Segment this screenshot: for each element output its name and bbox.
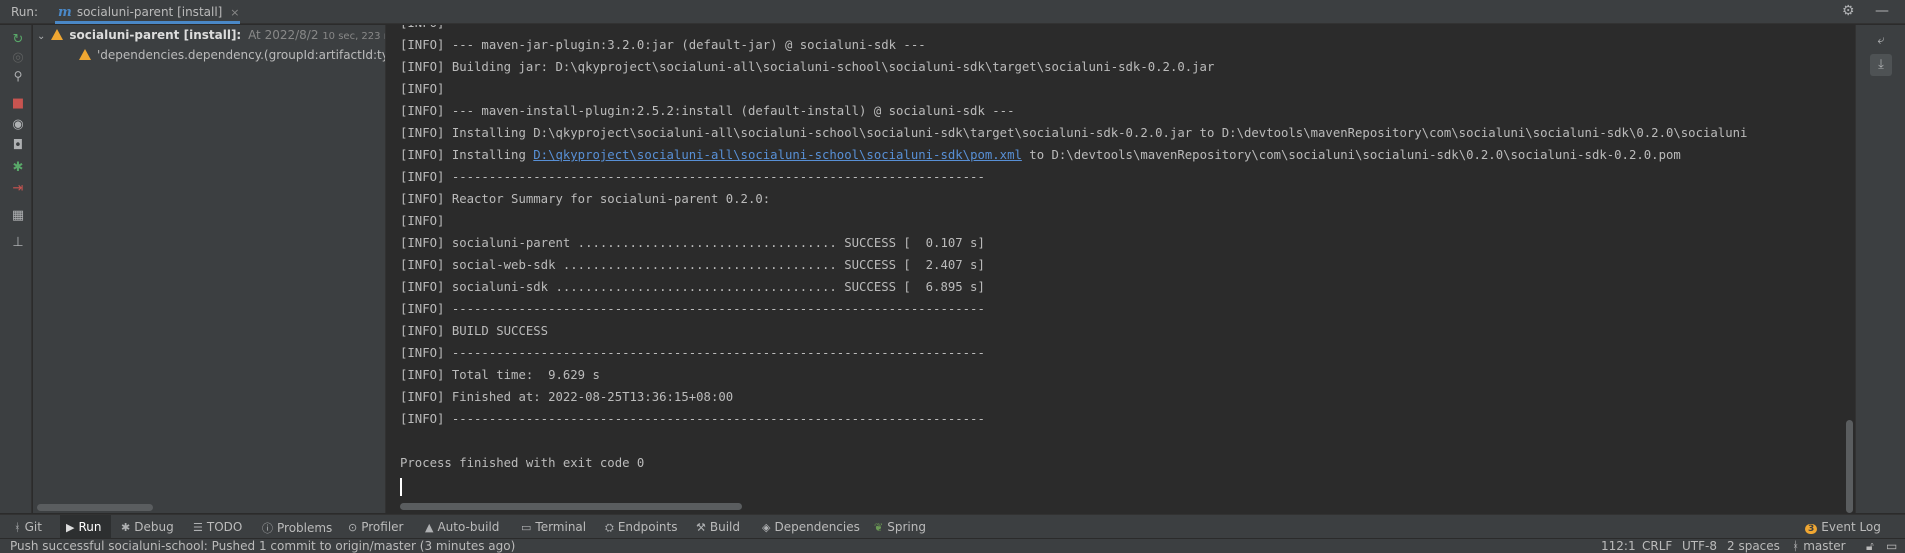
tab-git[interactable]: ᚼ Git: [14, 515, 42, 539]
tree-horizontal-scrollbar[interactable]: [37, 504, 153, 511]
tab-run[interactable]: ▶ Run: [60, 515, 112, 539]
console-line: [INFO] BUILD SUCCESS: [400, 324, 549, 338]
eye-icon[interactable]: ◉: [10, 117, 26, 133]
tool-window-bar: ᚼ Git ▶ Run ✱ Debug ☰ TODO ⓘ Problems ⊙ Profil…: [0, 514, 1905, 539]
git-branch-widget[interactable]: ᚼ master: [1792, 539, 1846, 553]
layers-icon: ◈: [762, 521, 771, 534]
stop-icon[interactable]: ■: [10, 96, 26, 112]
event-log-badge: 3: [1805, 524, 1818, 534]
console-line: [INFO]: [400, 82, 445, 96]
tree-root-label: socialuni-parent [install]:: [69, 28, 242, 42]
tab-problems[interactable]: ⓘ Problems: [262, 515, 332, 539]
console-line: [INFO] Total time: 9.629 s: [400, 368, 600, 382]
info-circle-icon: ⓘ: [262, 522, 273, 535]
tab-build[interactable]: ⚒ Build: [696, 515, 740, 539]
bug-icon: ✱: [121, 521, 131, 534]
tree-child-label: 'dependencies.dependency.(groupId:artifa…: [97, 48, 386, 62]
pin-icon[interactable]: ⊥: [10, 235, 26, 251]
console-line: [INFO] ---------------------------------…: [400, 170, 985, 184]
run-toolwindow-header: Run: m socialuni-parent [install] × ⚙ —: [0, 0, 1905, 24]
tree-child-row[interactable]: 'dependencies.dependency.(groupId:artifa…: [79, 48, 386, 62]
tab-profiler[interactable]: ⊙ Profiler: [348, 515, 403, 539]
chevron-down-icon[interactable]: ⌄: [37, 31, 45, 42]
tree-root-duration: 10 sec, 223 ms: [322, 31, 385, 42]
console-line: [INFO] socialuni-parent ................…: [400, 236, 985, 250]
caret-position[interactable]: 112:1: [1601, 539, 1636, 553]
warning-icon: [51, 29, 64, 40]
status-bar: Push successful socialuni-school: Pushed…: [0, 538, 1905, 553]
console-line: [INFO] Reactor Summary for socialuni-par…: [400, 192, 771, 206]
pom-file-link[interactable]: D:\qkyproject\socialuni-all\socialuni-sc…: [533, 148, 1022, 162]
console-line: [INFO] Finished at: 2022-08-25T13:36:15+…: [400, 390, 734, 404]
lock-icon[interactable]: 🔓︎: [1866, 539, 1874, 553]
endpoints-icon: ⛭: [605, 521, 614, 534]
terminal-icon: ▭: [521, 521, 532, 534]
warning-triangle-icon: ▲: [425, 521, 434, 534]
memory-icon[interactable]: ▭: [1886, 539, 1897, 553]
tab-endpoints[interactable]: ⛭ Endpoints: [605, 515, 677, 539]
run-left-toolbar: ↻ ◎ ⚲ ■ ◉ ◘ ✱ ⇥ ▦ ⊥: [0, 25, 32, 513]
tab-spring[interactable]: ❦ Spring: [874, 515, 926, 539]
build-tree: ⌄ socialuni-parent [install]: At 2022/8/2…: [33, 25, 386, 513]
rerun-failed-icon[interactable]: ◎: [10, 50, 26, 66]
console-horizontal-scrollbar[interactable]: [400, 503, 742, 510]
line-prefix: [INFO] Installing: [400, 148, 534, 162]
console-line: [INFO] Building jar: D:\qkyproject\socia…: [400, 60, 1215, 74]
tab-terminal[interactable]: ▭ Terminal: [521, 515, 586, 539]
rerun-icon[interactable]: ↻: [10, 32, 26, 48]
hammer-icon: ⚒: [696, 521, 706, 534]
close-icon[interactable]: ×: [230, 6, 239, 19]
line-separator[interactable]: CRLF: [1642, 539, 1672, 553]
scroll-to-end-icon[interactable]: ⤓: [1870, 54, 1892, 76]
console-right-toolbar: ⤶ ⤓: [1855, 25, 1905, 513]
tree-root-row[interactable]: ⌄ socialuni-parent [install]: At 2022/8/2…: [37, 28, 385, 42]
play-icon: ▶: [66, 521, 75, 534]
console-line: [INFO] ---------------------------------…: [400, 302, 985, 316]
console-line: [INFO] --- maven-install-plugin:2.5.2:in…: [400, 104, 1015, 118]
console-line-install-pom: [INFO] Installing D:\qkyproject\socialun…: [400, 148, 1681, 170]
layout-icon[interactable]: ▦: [10, 208, 26, 224]
run-label: Run:: [11, 5, 39, 19]
indent-setting[interactable]: 2 spaces: [1727, 539, 1780, 553]
text-caret: [400, 478, 402, 496]
file-encoding[interactable]: UTF-8: [1682, 539, 1717, 553]
tab-debug[interactable]: ✱ Debug: [121, 515, 174, 539]
spring-leaf-icon: ❦: [874, 521, 884, 534]
console-output[interactable]: [INFO] [INFO] --- maven-jar-plugin:3.2.0…: [387, 25, 1854, 513]
exit-icon[interactable]: ⇥: [10, 181, 26, 197]
console-line: [INFO]: [400, 214, 445, 228]
soft-wrap-icon[interactable]: ⤶: [1870, 30, 1892, 52]
camera-icon[interactable]: ◘: [10, 138, 26, 154]
profiler-icon: ⊙: [348, 521, 358, 534]
console-line: [INFO] socialuni-sdk ...................…: [400, 280, 985, 294]
console-line: [INFO]: [400, 25, 444, 38]
console-line: [INFO] social-web-sdk ..................…: [400, 258, 985, 272]
tab-socialuni-parent-install[interactable]: m socialuni-parent [install] ×: [55, 0, 240, 24]
tree-root-meta: At 2022/8/2: [248, 28, 319, 42]
console-line: [INFO] --- maven-jar-plugin:3.2.0:jar (d…: [400, 38, 926, 52]
tab-event-log[interactable]: 3 Event Log: [1805, 515, 1881, 539]
warning-icon: [79, 49, 91, 60]
gear-icon[interactable]: ⚙: [1839, 3, 1857, 19]
wrench-icon[interactable]: ⚲: [10, 68, 26, 84]
tab-dependencies[interactable]: ◈ Dependencies: [762, 515, 860, 539]
status-message[interactable]: Push successful socialuni-school: Pushed…: [10, 539, 515, 553]
tab-todo[interactable]: ☰ TODO: [193, 515, 242, 539]
console-line: [INFO] ---------------------------------…: [400, 412, 985, 426]
debug-bug-icon[interactable]: ✱: [10, 160, 26, 176]
maven-m-icon: m: [58, 5, 72, 20]
git-branch-icon: ᚼ: [14, 521, 21, 534]
minimize-icon[interactable]: —: [1873, 3, 1891, 19]
process-exit-line: Process finished with exit code 0: [400, 456, 645, 470]
git-branch-icon: ᚼ: [1792, 539, 1800, 553]
tab-label: socialuni-parent [install]: [76, 5, 223, 19]
header-actions: ⚙ —: [1827, 3, 1891, 19]
line-suffix: to D:\devtools\mavenRepository\com\socia…: [1021, 148, 1681, 162]
console-line: [INFO] ---------------------------------…: [400, 346, 985, 360]
console-vertical-scrollbar[interactable]: [1846, 420, 1853, 513]
tab-auto-build[interactable]: ▲ Auto-build: [425, 515, 499, 539]
console-line: [INFO] Installing D:\qkyproject\socialun…: [400, 126, 1748, 140]
list-icon: ☰: [193, 521, 203, 534]
